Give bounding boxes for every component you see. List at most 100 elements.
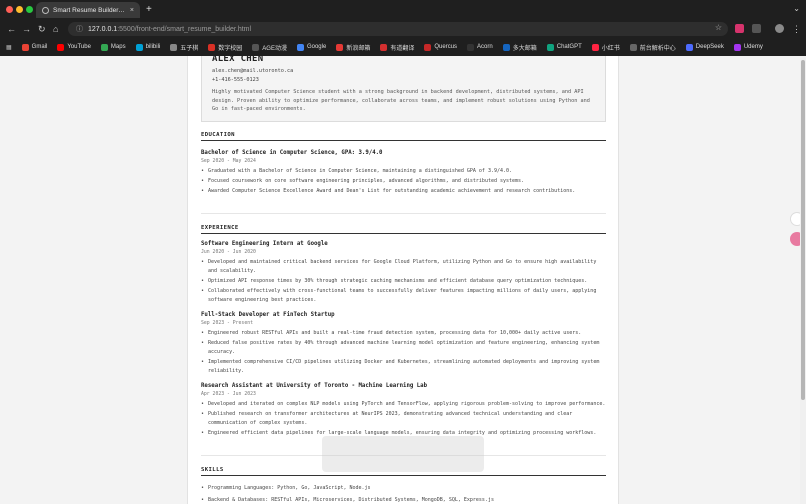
browser-tab-active[interactable]: Smart Resume Builder - Ideas ×	[36, 2, 140, 18]
list-item: Reduced false positive rates by 40% thro…	[201, 339, 606, 357]
section-title: EXPERIENCE	[201, 225, 606, 234]
browser-menu-icon[interactable]: ⋮	[792, 23, 801, 35]
job-date: Sep 2023 - Present	[201, 321, 253, 326]
minimize-window-button[interactable]	[16, 6, 23, 13]
list-item: Focused coursework on core software engi…	[201, 177, 606, 186]
resume-summary: Highly motivated Computer Science studen…	[212, 89, 590, 112]
bookmark-label: 有道翻译	[390, 45, 415, 52]
bookmark-label: Acorn	[477, 44, 493, 50]
info-icon[interactable]: ⓘ	[76, 24, 83, 34]
browser-chrome: Smart Resume Builder - Ideas × + ⌄ ← → ↻…	[0, 0, 806, 56]
chevron-down-icon[interactable]: ⌄	[793, 4, 800, 13]
address-bar[interactable]: ⓘ 127.0.0.1:5500/front-end/smart_resume_…	[68, 22, 728, 36]
bookmark-favicon-icon	[629, 43, 637, 51]
section-title: EDUCATION	[201, 132, 606, 141]
list-item: Backend & Databases: RESTful APIs, Micro…	[201, 496, 606, 504]
bookmark-label: Google	[306, 44, 327, 50]
extensions-puzzle-icon[interactable]	[752, 24, 761, 33]
job-title: Full-Stack Developer at FinTech Startup	[201, 312, 335, 318]
experience-section: EXPERIENCE	[201, 225, 606, 234]
bookmark-item[interactable]: 前台解析中心	[629, 43, 676, 52]
bookmark-label: AGE动漫	[262, 45, 287, 52]
bookmark-label: 前台解析中心	[639, 45, 676, 52]
extension-icon[interactable]	[735, 24, 744, 33]
bookmark-item[interactable]: DeepSeek	[685, 43, 724, 51]
resume-name: ALEX CHEN	[212, 56, 264, 64]
apps-grid-icon[interactable]: ▦	[6, 44, 12, 51]
bookmark-item[interactable]: YouTube	[57, 43, 91, 51]
back-button[interactable]: ←	[7, 23, 16, 35]
bookmark-item[interactable]: 新浪邮箱	[336, 43, 370, 52]
education-bullets: Graduated with a Bachelor of Science in …	[201, 167, 606, 197]
bookmark-favicon-icon	[502, 43, 510, 51]
maximize-window-button[interactable]	[26, 6, 33, 13]
bookmark-item[interactable]: Acorn	[467, 43, 493, 51]
list-item: Published research on transformer archit…	[201, 410, 606, 428]
tab-bar: Smart Resume Builder - Ideas × + ⌄	[0, 0, 806, 20]
home-button[interactable]: ⌂	[53, 23, 58, 35]
bookmark-item[interactable]: 小红书	[591, 43, 620, 52]
bookmark-favicon-icon	[685, 43, 693, 51]
job-title: Software Engineering Intern at Google	[201, 241, 328, 247]
education-section: EDUCATION	[201, 132, 606, 141]
bookmark-favicon-icon	[380, 43, 388, 51]
url-path: :5500/front-end/smart_resume_builder.htm…	[117, 25, 252, 33]
bookmark-favicon-icon	[135, 43, 143, 51]
bookmark-item[interactable]: ChatGPT	[546, 43, 582, 51]
bookmark-label: 多大邮箱	[512, 45, 537, 52]
toast-overlay	[322, 436, 484, 472]
bookmark-favicon-icon	[424, 43, 432, 51]
bookmark-item[interactable]: AGE动漫	[252, 43, 287, 52]
new-tab-button[interactable]: +	[146, 4, 152, 15]
bookmark-label: Quercus	[434, 44, 458, 50]
close-window-button[interactable]	[6, 6, 13, 13]
bookmark-label: ChatGPT	[556, 44, 582, 50]
profile-avatar[interactable]	[775, 24, 784, 33]
bookmark-item[interactable]: bilibili	[135, 43, 161, 51]
bookmark-label: DeepSeek	[695, 44, 724, 50]
bookmark-favicon-icon	[733, 43, 741, 51]
bookmark-label: Maps	[110, 44, 126, 50]
side-assistant-icon[interactable]	[790, 232, 800, 246]
resume-phone: +1-416-555-0123	[212, 77, 259, 83]
bookmark-label: 新浪邮箱	[346, 45, 371, 52]
bookmark-item[interactable]: Google	[296, 43, 327, 51]
bookmark-label: 小红书	[601, 45, 620, 52]
bookmark-favicon-icon	[21, 43, 29, 51]
bookmark-label: bilibili	[145, 44, 161, 50]
reload-button[interactable]: ↻	[38, 23, 46, 35]
side-tool-icon[interactable]	[790, 212, 800, 226]
bookmark-favicon-icon	[467, 43, 475, 51]
resume-email: alex.chen@mail.utoronto.ca	[212, 68, 294, 74]
forward-button[interactable]: →	[22, 23, 31, 35]
bookmark-label: Gmail	[31, 44, 48, 50]
bookmark-item[interactable]: Quercus	[424, 43, 458, 51]
bookmark-favicon-icon	[546, 43, 554, 51]
bookmark-item[interactable]: 有道翻译	[380, 43, 414, 52]
bookmark-item[interactable]: Gmail	[21, 43, 48, 51]
bookmark-item[interactable]: 多大邮箱	[502, 43, 537, 52]
bookmark-item[interactable]: Udemy	[733, 43, 763, 51]
bookmark-item[interactable]: Maps	[100, 43, 126, 51]
list-item: Engineered robust RESTful APIs and built…	[201, 329, 606, 338]
bookmark-item[interactable]: 五子棋	[170, 43, 198, 52]
list-item: Developed and iterated on complex NLP mo…	[201, 400, 606, 409]
bookmark-star-icon[interactable]: ☆	[715, 23, 722, 32]
job-date: Jun 2020 - Jun 2020	[201, 250, 256, 255]
bookmark-favicon-icon	[336, 43, 344, 51]
bookmark-favicon-icon	[170, 43, 178, 51]
url-host: 127.0.0.1	[88, 25, 118, 33]
bookmark-label: 数字校园	[218, 45, 243, 52]
resume-header: ALEX CHEN alex.chen@mail.utoronto.ca +1-…	[201, 56, 606, 122]
bookmark-favicon-icon	[100, 43, 108, 51]
bookmark-label: Udemy	[743, 44, 763, 50]
list-item: Awarded Computer Science Excellence Awar…	[201, 187, 606, 196]
bookmark-label: 五子棋	[180, 45, 199, 52]
close-tab-icon[interactable]: ×	[130, 7, 134, 14]
page-viewport: ALEX CHEN alex.chen@mail.utoronto.ca +1-…	[0, 56, 800, 504]
bookmark-item[interactable]: 数字校园	[208, 43, 242, 52]
list-item: Implemented comprehensive CI/CD pipeline…	[201, 358, 606, 376]
scrollbar-thumb[interactable]	[801, 60, 805, 400]
job-title: Research Assistant at University of Toro…	[201, 383, 427, 389]
address-row: ← → ↻ ⌂ ⓘ 127.0.0.1:5500/front-end/smart…	[0, 20, 806, 38]
